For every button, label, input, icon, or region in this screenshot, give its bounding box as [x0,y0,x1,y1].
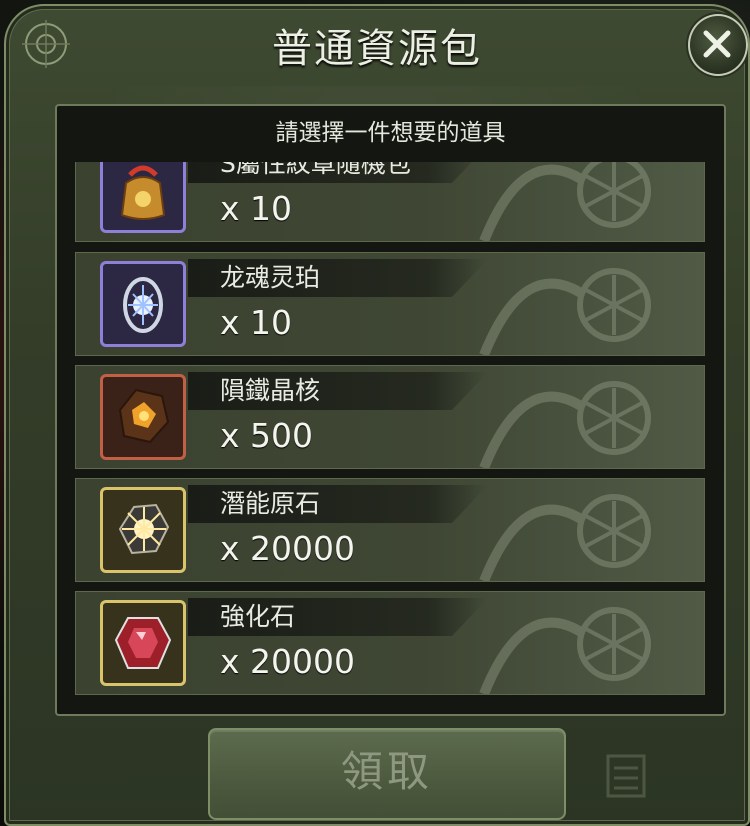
gift-bag-icon [120,165,166,220]
item-quantity: x 10 [220,189,293,228]
item-name: 龙魂灵珀 [220,263,321,292]
item-name: S屬性紋章隨機包 [220,162,411,178]
meteorite-crystal-core-icon [118,388,170,444]
item-icon-frame [100,487,186,573]
item-quantity: x 10 [220,303,293,342]
watermark-ornament-icon [479,162,651,241]
item-list[interactable]: S屬性紋章隨機包 x 10 龙魂灵珀 x 10 隕鐵晶核 x 500 潛能原石 … [75,162,705,702]
item-row-dragon-soul-amber[interactable]: 龙魂灵珀 x 10 [75,252,705,356]
item-quantity: x 20000 [220,642,355,681]
watermark-ornament-icon [479,268,651,355]
item-row-meteorite-crystal-core[interactable]: 隕鐵晶核 x 500 [75,365,705,469]
close-x-icon [703,30,731,58]
item-selection-panel: 請選擇一件想要的道具 S屬性紋章隨機包 x 10 龙魂灵珀 x 10 隕鐵晶核 … [55,104,726,716]
enhancement-stone-icon [114,617,172,669]
watermark-ornament-icon [479,607,651,694]
item-icon-frame [100,261,186,347]
dragon-soul-amber-icon [123,277,163,333]
dialog-title: 普通資源包 [272,26,482,72]
item-quantity: x 20000 [220,529,355,568]
item-name: 強化石 [220,602,296,631]
item-row-potential-ore[interactable]: 潛能原石 x 20000 [75,478,705,582]
item-quantity: x 500 [220,416,314,455]
item-icon-frame [100,162,186,233]
background-menu-icon [606,754,646,798]
claim-button[interactable]: 領取 [208,728,566,820]
close-button[interactable] [688,14,748,76]
item-icon-frame [100,374,186,460]
watermark-ornament-icon [479,494,651,581]
item-row-enhancement-stone[interactable]: 強化石 x 20000 [75,591,705,695]
item-name: 隕鐵晶核 [220,376,321,405]
panel-subtitle: 請選擇一件想要的道具 [275,120,506,146]
claim-button-label: 領取 [340,747,433,796]
resource-pack-dialog: 普通資源包 請選擇一件想要的道具 S屬性紋章隨機包 x 10 龙魂灵珀 x 10… [4,4,750,826]
watermark-ornament-icon [479,381,651,468]
item-icon-frame [100,600,186,686]
item-row-gift-bag[interactable]: S屬性紋章隨機包 x 10 [75,162,705,242]
potential-ore-icon [118,503,170,555]
item-name: 潛能原石 [220,489,321,518]
